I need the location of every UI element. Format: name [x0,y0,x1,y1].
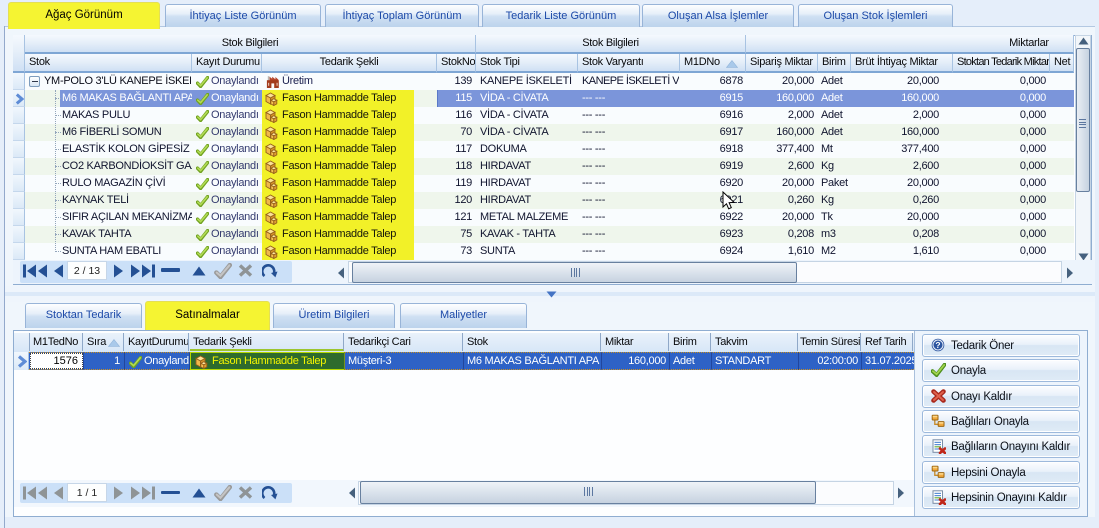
svg-text:?: ? [935,340,940,350]
